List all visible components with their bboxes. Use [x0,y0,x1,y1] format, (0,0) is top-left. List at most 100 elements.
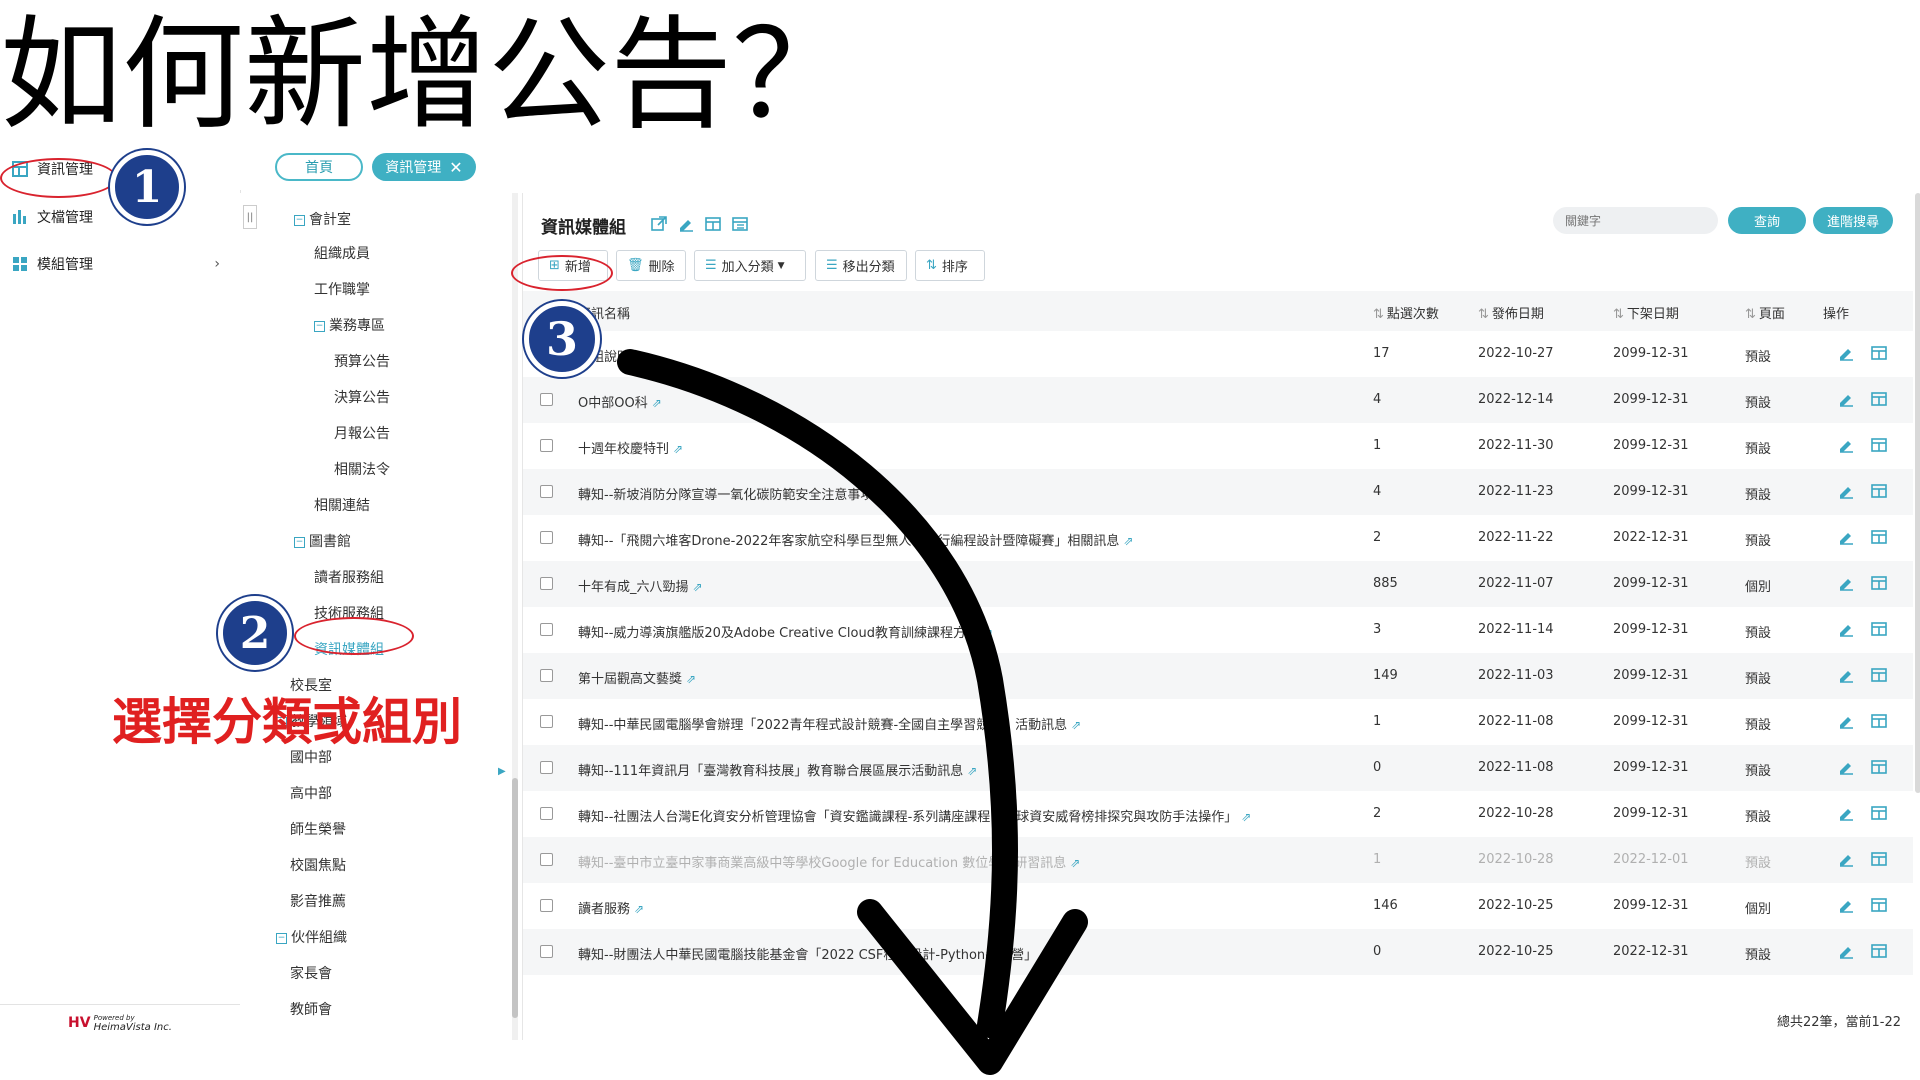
column-unpublish-date[interactable]: ⇅ 下架日期 [1613,303,1679,322]
tab-home[interactable]: 首頁 [275,153,363,181]
edit-icon[interactable] [1838,759,1854,775]
row-title[interactable]: 轉知--社團法人台灣E化資安分析管理協會「資安鑑識課程-系列講座課程：全球資安威… [578,806,1251,825]
row-checkbox[interactable] [540,807,553,820]
column-publish-date[interactable]: ⇅ 發佈日期 [1478,303,1544,322]
table-row[interactable]: 轉知--臺中市立臺中家事商業高級中等學校Google for Education… [523,837,1913,883]
row-checkbox[interactable] [540,485,553,498]
layout-icon[interactable] [1871,483,1887,499]
row-title[interactable]: O中部OO科 ⇗ [578,392,662,411]
tree-node[interactable]: 校園焦點 [290,855,346,875]
table-row[interactable]: 轉知--中華民國電腦學會辦理「2022青年程式設計競賽-全國自主學習競賽」活動訊… [523,699,1913,745]
edit-icon[interactable] [1838,713,1854,729]
sidebar-item-info-management[interactable]: 資訊管理 [0,148,240,190]
row-checkbox[interactable] [540,899,553,912]
edit-icon[interactable] [1838,483,1854,499]
table-row[interactable]: 轉知--社團法人台灣E化資安分析管理協會「資安鑑識課程-系列講座課程：全球資安威… [523,791,1913,837]
content-scrollbar[interactable] [1915,193,1920,793]
table-row[interactable]: 轉知--新坡消防分隊宣導一氧化碳防範安全注意事項 ⇗ 4 2022-11-23 2099… [523,469,1913,515]
column-clicks[interactable]: ⇅ 點選次數 [1373,303,1439,322]
table-row[interactable]: 轉知--111年資訊月「臺灣教育科技展」教育聯合展區展示活動訊息 ⇗ 0 2022-1… [523,745,1913,791]
edit-icon[interactable] [1838,943,1854,959]
add-button[interactable]: ⊞ 新增 [538,250,608,281]
tree-node[interactable]: 教師會 [290,999,332,1019]
row-title[interactable]: 轉知--111年資訊月「臺灣教育科技展」教育聯合展區展示活動訊息 ⇗ [578,760,977,779]
tree-node[interactable]: − 業務專區 [314,315,385,335]
row-title[interactable]: 第十屆觀高文藝獎 ⇗ [578,668,696,687]
row-checkbox[interactable] [540,439,553,452]
row-title[interactable]: 本組說明 ⇗ [578,346,644,365]
template-icon[interactable] [732,216,748,232]
edit-icon[interactable] [1838,345,1854,361]
external-link-icon[interactable]: ⇗ [673,442,683,456]
external-link-icon[interactable] [651,216,667,232]
layout-icon[interactable] [1871,437,1887,453]
edit-icon[interactable] [1838,621,1854,637]
edit-icon[interactable] [1838,529,1854,545]
add-category-dropdown[interactable]: ☰ 加入分類 ▼ [694,250,806,281]
external-link-icon[interactable]: ⇗ [1071,718,1081,732]
tree-node[interactable]: 影音推薦 [290,891,346,911]
row-title[interactable]: 轉知--臺中市立臺中家事商業高級中等學校Google for Education… [578,852,1080,871]
edit-icon[interactable] [1838,575,1854,591]
table-row[interactable]: 十週年校慶特刊 ⇗ 1 2022-11-30 2099-12-31 預設 [523,423,1913,469]
layout-icon[interactable] [1871,667,1887,683]
sort-button[interactable]: ⇅ 排序 [915,250,985,281]
row-checkbox[interactable] [540,393,553,406]
tree-node[interactable]: − 會計室 [294,209,351,229]
tree-node[interactable]: 相關連結 [314,495,370,515]
row-checkbox[interactable] [540,715,553,728]
remove-category-button[interactable]: ☰ 移出分類 [815,250,907,281]
tree-node[interactable]: 讀者服務組 [314,567,384,587]
tree-node[interactable]: 高中部 [290,783,332,803]
row-checkbox[interactable] [540,623,553,636]
external-link-icon[interactable]: ⇗ [1241,810,1251,824]
column-name[interactable]: 資訊名稱 [578,303,630,322]
row-title[interactable]: 十年有成_六八勁揚 ⇗ [578,576,703,595]
layout-icon[interactable] [1871,713,1887,729]
external-link-icon[interactable]: ⇗ [634,902,644,916]
layout-icon[interactable] [1871,345,1887,361]
layout-icon[interactable] [1871,759,1887,775]
external-link-icon[interactable]: ⇗ [693,580,703,594]
layout-icon[interactable] [705,216,721,232]
layout-icon[interactable] [1871,621,1887,637]
table-row[interactable]: 轉知--財團法人中華民國電腦技能基金會「2022 CSF程式設計-Python冬… [523,929,1913,975]
tree-node[interactable]: − 圖書館 [294,531,351,551]
sidebar-item-document-management[interactable]: 文檔管理 [0,196,240,238]
row-checkbox[interactable] [540,853,553,866]
table-row[interactable]: 本組說明 ⇗ 17 2022-10-27 2099-12-31 預設 [523,331,1913,377]
keyword-search-input[interactable] [1553,207,1718,234]
layout-icon[interactable] [1871,391,1887,407]
column-page[interactable]: ⇅ 頁面 [1745,303,1785,322]
tree-node[interactable]: 相關法令 [334,459,390,479]
tree-node[interactable]: 資訊媒體組 [314,639,384,659]
advanced-search-button[interactable]: 進階搜尋 [1813,207,1893,234]
layout-icon[interactable] [1871,943,1887,959]
external-link-icon[interactable]: ⇗ [1123,534,1133,548]
external-link-icon[interactable]: ⇗ [1070,856,1080,870]
external-link-icon[interactable]: ⇗ [686,672,696,686]
tree-node[interactable]: 決算公告 [334,387,390,407]
edit-icon[interactable] [1838,391,1854,407]
sidebar-item-module-management[interactable]: 模組管理 › [0,243,240,285]
row-title[interactable]: 轉知--中華民國電腦學會辦理「2022青年程式設計競賽-全國自主學習競賽」活動訊… [578,714,1081,733]
row-checkbox[interactable] [540,531,553,544]
layout-icon[interactable] [1871,897,1887,913]
external-link-icon[interactable]: ⇗ [1041,948,1051,962]
row-checkbox[interactable] [540,761,553,774]
tree-node[interactable]: 家長會 [290,963,332,983]
expand-arrow-icon[interactable]: ▶ [498,766,506,777]
table-row[interactable]: 轉知--「飛閱六堆客Drone-2022年客家航空科學巨型無人機飛行編程設計暨障… [523,515,1913,561]
row-title[interactable]: 轉知--財團法人中華民國電腦技能基金會「2022 CSF程式設計-Python冬… [578,944,1051,963]
tree-node[interactable]: 組織成員 [314,243,370,263]
tree-node[interactable]: 預算公告 [334,351,390,371]
table-row[interactable]: 第十屆觀高文藝獎 ⇗ 149 2022-11-03 2099-12-31 預設 [523,653,1913,699]
tree-node[interactable]: − 伙伴組織 [276,927,347,947]
table-row[interactable]: 讀者服務 ⇗ 146 2022-10-25 2099-12-31 個別 [523,883,1913,929]
collapse-toggle-icon[interactable]: − [294,214,305,226]
external-link-icon[interactable]: ⇗ [983,626,993,640]
row-checkbox[interactable] [540,669,553,682]
edit-icon[interactable] [1838,851,1854,867]
row-title[interactable]: 十週年校慶特刊 ⇗ [578,438,683,457]
external-link-icon[interactable]: ⇗ [877,488,887,502]
